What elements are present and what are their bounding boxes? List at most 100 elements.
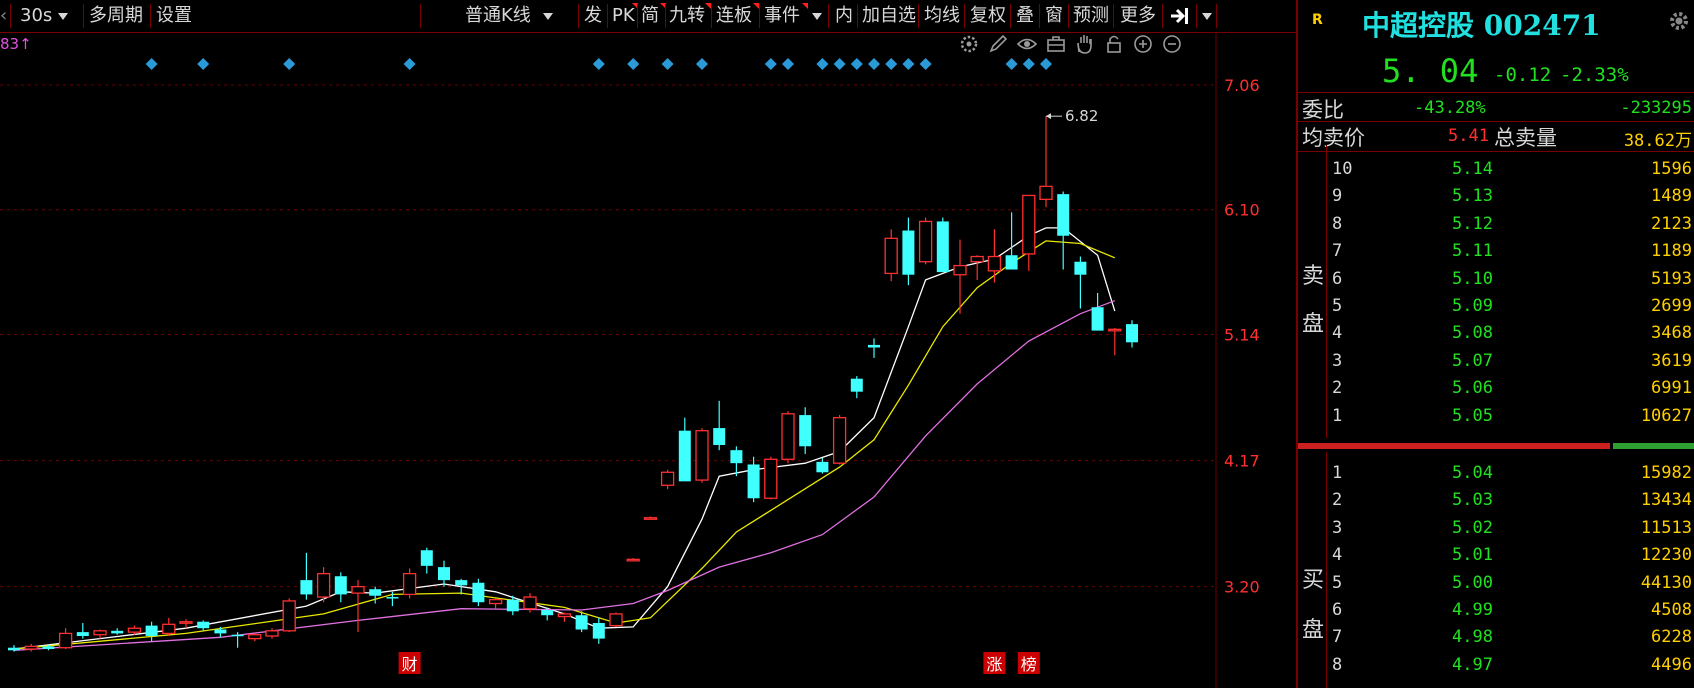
signal-diamond (197, 58, 210, 70)
kline-chart[interactable]: 7.06 6.10 5.14 4.17 3.20 6.82 财 涨榜 83↑ (0, 33, 1296, 688)
order-volume: 1596 (1651, 159, 1692, 179)
order-book-row[interactable]: 3 5.07 3619 (1298, 347, 1694, 375)
event-dropdown[interactable] (808, 0, 822, 32)
order-volume: 5193 (1651, 268, 1692, 289)
order-book-row[interactable]: 1 5.05 10627 (1298, 402, 1694, 430)
period-select[interactable]: 30s (20, 0, 69, 32)
order-book-row[interactable]: 8 4.97 4496 (1298, 651, 1694, 679)
candle (316, 567, 331, 603)
order-book-row[interactable]: 2 5.03 13434 (1298, 486, 1694, 514)
candle (197, 620, 210, 631)
order-book-row[interactable]: 4 5.08 3468 (1298, 319, 1694, 347)
signal-diamond (782, 58, 794, 70)
signal-diamond (592, 58, 605, 70)
event-label: 涨 (986, 655, 1002, 674)
lock-icon[interactable] (1107, 35, 1121, 53)
multi-period-button[interactable]: 多周期 (89, 0, 143, 32)
order-level: 8 (1332, 654, 1343, 675)
order-book-row[interactable]: 6 4.99 4508 (1298, 596, 1694, 624)
candle-body-down (386, 597, 399, 599)
collapse-panel-button[interactable] (1169, 0, 1195, 32)
jiuzhuan-button[interactable]: 九转 (669, 0, 705, 32)
order-book-row[interactable]: 10 5.14 1596 (1298, 155, 1694, 183)
forecast-button[interactable]: 预测 (1073, 0, 1109, 32)
gear-icon[interactable] (960, 35, 978, 53)
lock-shackle (1109, 35, 1119, 43)
candle (884, 229, 898, 282)
order-book-row[interactable]: 6 5.10 5193 (1298, 265, 1694, 293)
ma-button[interactable]: 均线 (924, 0, 960, 32)
order-volume: 2123 (1651, 213, 1692, 234)
chart-tools (960, 34, 1181, 54)
hand-icon[interactable] (1077, 35, 1092, 54)
candle-body-up (557, 613, 572, 618)
order-volume: 6991 (1651, 378, 1692, 399)
kline-type-select[interactable]: 普通K线 (465, 0, 553, 32)
event-button[interactable]: 事件 (764, 0, 800, 32)
order-volume: 6228 (1651, 627, 1692, 648)
order-price: 5.00 (1452, 572, 1493, 593)
candle (248, 633, 262, 642)
overlay-button[interactable]: 叠 (1016, 0, 1034, 32)
fa-button[interactable]: 发 (584, 0, 602, 32)
ma-line-2 (13, 240, 1116, 650)
candle-body-down (438, 567, 450, 581)
more-button[interactable]: 更多 (1120, 0, 1156, 32)
chart-toolbar: ‹ 30s 多周期 设置 普通K线 发 PK 简 九转 连板 事件 内 加自选 … (0, 0, 1296, 33)
candle (747, 456, 760, 503)
lianban-button[interactable]: 连板 (716, 0, 752, 32)
briefcase-icon[interactable] (1047, 36, 1065, 52)
order-price: 5.14 (1452, 159, 1493, 179)
order-price: 4.97 (1452, 654, 1493, 675)
adjust-button[interactable]: 复权 (970, 0, 1006, 32)
zoom-in-icon[interactable] (1134, 35, 1152, 53)
order-book-row[interactable]: 3 5.02 11513 (1298, 514, 1694, 542)
signal-markers (145, 58, 1052, 70)
toolbar-dropdown[interactable] (1200, 0, 1212, 32)
order-book-row[interactable]: 8 5.12 2123 (1298, 210, 1694, 238)
jian-button[interactable]: 简 (641, 0, 659, 32)
candle-body-up (523, 596, 537, 610)
zoom-out-icon[interactable] (1163, 35, 1181, 53)
nei-button[interactable]: 内 (835, 0, 853, 32)
order-book-row[interactable]: 2 5.06 6991 (1298, 374, 1694, 402)
order-level: 3 (1332, 517, 1343, 538)
divider (759, 4, 760, 28)
settings-gear[interactable] (1668, 10, 1690, 36)
candle (609, 612, 623, 627)
order-book-row[interactable]: 9 5.13 1489 (1298, 182, 1694, 210)
order-price: 4.99 (1452, 600, 1493, 620)
order-book-row[interactable]: 5 5.00 44130 (1298, 569, 1694, 597)
order-book-row[interactable]: 5 5.09 2699 (1298, 292, 1694, 320)
candle-body-down (506, 599, 519, 612)
candle (936, 217, 949, 273)
eye-pupil (1024, 41, 1030, 47)
buy-pressure-bar (1612, 443, 1694, 449)
candle (918, 217, 933, 265)
order-price: 5.07 (1452, 350, 1493, 371)
window-button[interactable]: 窗 (1045, 0, 1063, 32)
order-book-row[interactable]: 7 4.98 6228 (1298, 623, 1694, 651)
add-watchlist-button[interactable]: 加自选 (862, 0, 916, 32)
order-level: 6 (1332, 600, 1343, 620)
candle-body-down (1074, 261, 1087, 275)
eye-icon[interactable] (1016, 38, 1038, 50)
settings-button[interactable]: 设置 (156, 0, 192, 32)
order-level: 8 (1332, 213, 1343, 234)
signal-diamond (661, 58, 674, 70)
candle-body-down (1126, 324, 1138, 343)
pen-icon[interactable] (989, 34, 1008, 53)
candle-body-up (884, 237, 898, 275)
order-volume: 13434 (1640, 490, 1692, 511)
max-price-label: 6.82 (1065, 107, 1098, 125)
order-book-row[interactable]: 4 5.01 12230 (1298, 541, 1694, 569)
candle-body-down (575, 615, 588, 630)
candle (1057, 191, 1070, 270)
divider (578, 4, 579, 28)
order-book-row[interactable]: 7 5.11 1189 (1298, 237, 1694, 265)
last-price: 5. 04 (1382, 52, 1479, 90)
divider (918, 4, 919, 28)
candle-body-down (472, 582, 485, 603)
divider (964, 4, 965, 28)
order-book-row[interactable]: 1 5.04 15982 (1298, 459, 1694, 487)
